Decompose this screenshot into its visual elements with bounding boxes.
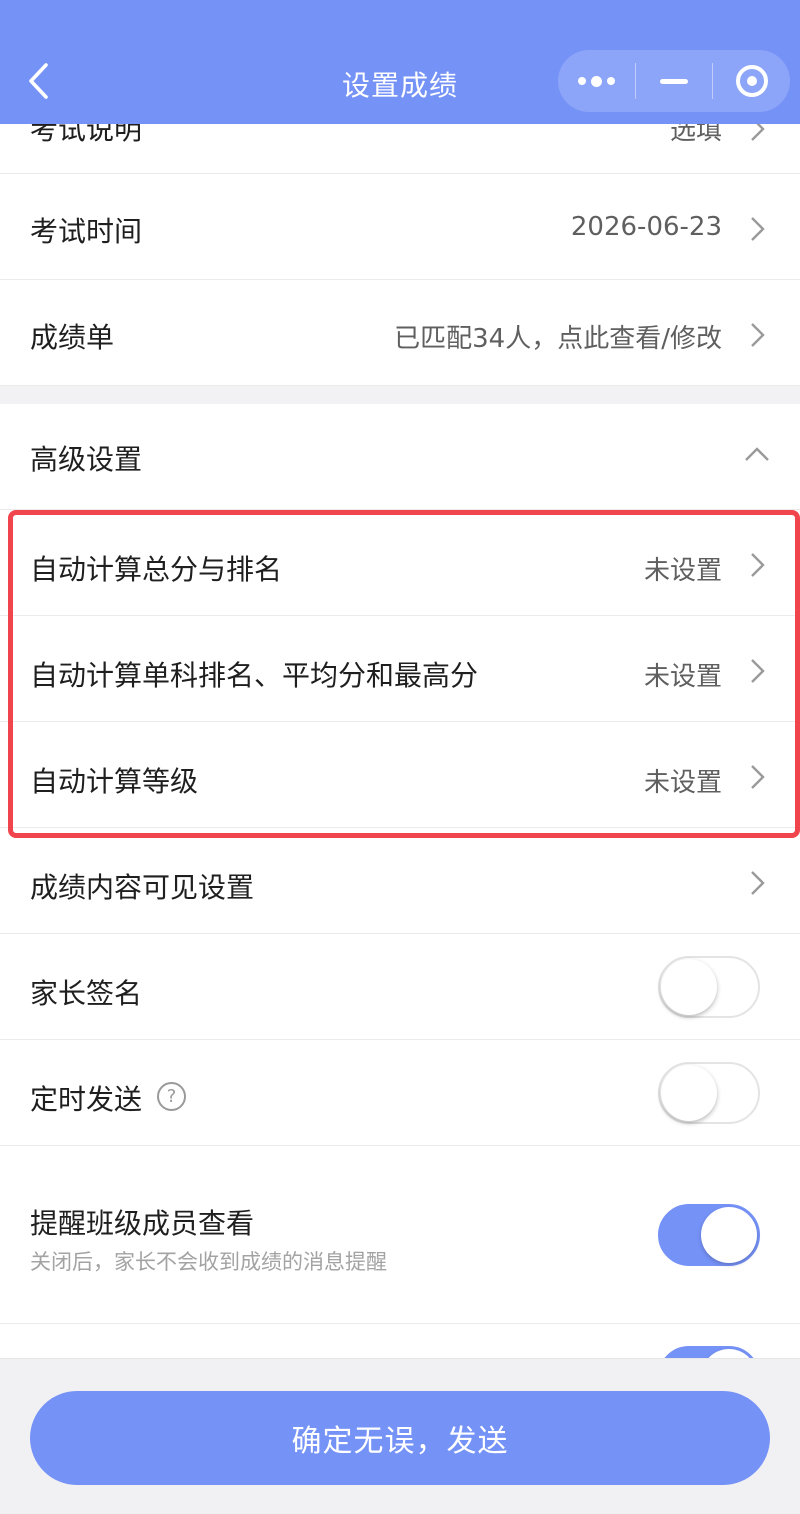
row-auto-subject-stats[interactable]: 自动计算单科排名、平均分和最高分 未设置 xyxy=(0,616,800,722)
row-auto-total-rank[interactable]: 自动计算总分与排名 未设置 xyxy=(0,510,800,616)
toggle-knob xyxy=(701,1207,757,1263)
row-label: 自动计算单科排名、平均分和最高分 xyxy=(30,659,479,692)
mini-program-capsule xyxy=(558,50,790,112)
scheduled-send-toggle[interactable] xyxy=(658,1062,760,1124)
row-label: 考试时间 xyxy=(30,215,143,248)
chevron-right-icon xyxy=(750,658,766,684)
toggle-knob xyxy=(661,1065,717,1121)
row-label: 提醒班级成员查看 xyxy=(30,1207,255,1240)
remind-members-toggle[interactable] xyxy=(658,1204,760,1266)
row-label: 成绩内容可见设置 xyxy=(30,871,255,904)
nav-bar: 设置成绩 xyxy=(0,0,800,124)
row-value: 已匹配34人，点此查看/修改 xyxy=(394,324,722,354)
chevron-right-icon xyxy=(750,322,766,348)
row-value: 未设置 xyxy=(643,556,722,586)
row-visibility-settings[interactable]: 成绩内容可见设置 xyxy=(0,828,800,934)
section-title: 高级设置 xyxy=(30,443,143,476)
chevron-up-icon xyxy=(744,446,770,462)
row-value: 2026-06-23 xyxy=(570,212,722,242)
row-exam-time[interactable]: 考试时间 2026-06-23 xyxy=(0,174,800,280)
help-icon[interactable]: ? xyxy=(157,1082,186,1111)
section-gap xyxy=(0,386,800,404)
row-subtext: 关闭后，家长不会收到成绩的消息提醒 xyxy=(30,1250,387,1274)
row-scheduled-send: 定时发送 ? xyxy=(0,1040,800,1146)
close-target-icon[interactable] xyxy=(713,50,790,112)
chevron-right-icon xyxy=(750,764,766,790)
minimize-icon[interactable] xyxy=(636,50,713,112)
chevron-right-icon xyxy=(750,870,766,896)
row-value: 未设置 xyxy=(643,768,722,798)
row-value: 未设置 xyxy=(643,662,722,692)
row-remind-members: 提醒班级成员查看 关闭后，家长不会收到成绩的消息提醒 xyxy=(0,1146,800,1324)
row-score-sheet[interactable]: 成绩单 已匹配34人，点此查看/修改 xyxy=(0,280,800,386)
chevron-right-icon xyxy=(750,216,766,242)
row-advanced-settings[interactable]: 高级设置 xyxy=(0,404,800,510)
more-icon[interactable] xyxy=(558,50,635,112)
row-label: 家长签名 xyxy=(30,977,143,1010)
chevron-right-icon xyxy=(750,552,766,578)
row-label: 定时发送 xyxy=(30,1083,143,1116)
row-auto-grade[interactable]: 自动计算等级 未设置 xyxy=(0,722,800,828)
row-label: 成绩单 xyxy=(30,321,115,354)
row-label: 自动计算等级 xyxy=(30,765,199,798)
footer-bar: 确定无误，发送 xyxy=(0,1358,800,1514)
confirm-send-button[interactable]: 确定无误，发送 xyxy=(30,1391,770,1485)
toggle-knob xyxy=(661,959,717,1015)
row-label: 自动计算总分与排名 xyxy=(30,553,283,586)
parent-signature-toggle[interactable] xyxy=(658,956,760,1018)
row-parent-signature: 家长签名 xyxy=(0,934,800,1040)
